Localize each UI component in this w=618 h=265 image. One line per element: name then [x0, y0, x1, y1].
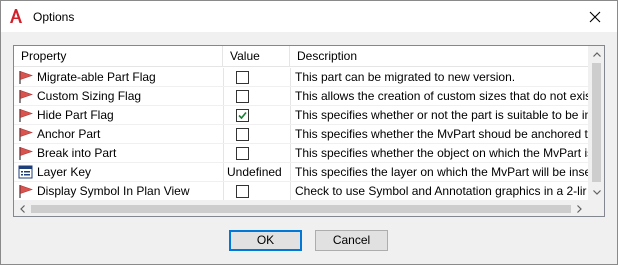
table-row[interactable]: Break into Part This specifies whether th… [14, 144, 588, 163]
autocad-logo-icon [10, 9, 22, 23]
property-name: Layer Key [37, 165, 92, 179]
dialog-title: Options [33, 10, 75, 24]
value-checkbox[interactable] [236, 109, 249, 122]
description-cell: This allows the creation of custom sizes… [295, 89, 588, 103]
description-cell: This specifies whether the object on whi… [295, 146, 588, 160]
chevron-up-icon [592, 52, 601, 57]
scrollbar-corner [588, 201, 604, 216]
value-checkbox[interactable] [236, 128, 249, 141]
layer-key-icon [18, 165, 33, 179]
scroll-right-arrow[interactable] [571, 201, 588, 216]
value-cell[interactable] [223, 68, 290, 87]
ok-button[interactable]: OK [229, 230, 302, 251]
property-name: Break into Part [37, 146, 117, 160]
property-cell[interactable]: Hide Part Flag [14, 106, 223, 125]
scroll-up-arrow[interactable] [588, 46, 604, 63]
column-header-property[interactable]: Property [14, 46, 223, 67]
property-name: Anchor Part [37, 127, 101, 141]
property-grid: Property Value Description Migrate-able … [13, 45, 605, 217]
table-row[interactable]: Layer Key Undefined This specifies the lay… [14, 163, 588, 182]
description-cell: This specifies the layer on which the Mv… [295, 165, 588, 179]
red-flag-icon [19, 128, 33, 141]
grid-header: Property Value Description [14, 46, 588, 67]
value-cell[interactable] [223, 87, 290, 106]
value-cell[interactable] [223, 125, 290, 144]
red-flag-icon [19, 109, 33, 122]
value-checkbox[interactable] [236, 185, 249, 198]
table-row[interactable]: Migrate-able Part Flag This part can be m… [14, 68, 588, 87]
property-cell[interactable]: Break into Part [14, 144, 223, 163]
value-text: Undefined [227, 165, 282, 179]
property-cell[interactable]: Display Symbol In Plan View [14, 182, 223, 201]
value-cell[interactable]: Undefined [223, 163, 290, 182]
red-flag-icon [19, 147, 33, 160]
value-checkbox[interactable] [236, 147, 249, 160]
value-cell[interactable] [223, 182, 290, 201]
chevron-down-icon [592, 190, 601, 195]
property-cell[interactable]: Custom Sizing Flag [14, 87, 223, 106]
checkmark-icon [238, 111, 247, 120]
table-row[interactable]: Hide Part Flag This specifies whether or … [14, 106, 588, 125]
chevron-left-icon [20, 205, 25, 213]
red-flag-icon [19, 71, 33, 84]
table-row[interactable]: Anchor Part This specifies whether the Mv… [14, 125, 588, 144]
property-cell[interactable]: Anchor Part [14, 125, 223, 144]
options-dialog: Options Property Value Description Migra… [0, 0, 618, 265]
property-name: Migrate-able Part Flag [37, 70, 156, 84]
horizontal-scrollbar[interactable] [14, 201, 588, 216]
scroll-down-arrow[interactable] [588, 184, 604, 201]
scroll-left-arrow[interactable] [14, 201, 31, 216]
description-cell: This specifies whether or not the part i… [295, 108, 588, 122]
property-cell[interactable]: Layer Key [14, 163, 223, 182]
table-row[interactable]: Display Symbol In Plan View Check to use … [14, 182, 588, 201]
property-cell[interactable]: Migrate-able Part Flag [14, 68, 223, 87]
vertical-scroll-thumb[interactable] [592, 63, 601, 182]
property-name: Display Symbol In Plan View [37, 184, 190, 198]
value-cell[interactable] [223, 106, 290, 125]
red-flag-icon [19, 90, 33, 103]
description-cell: This specifies whether the MvPart shoud … [295, 127, 588, 141]
value-cell[interactable] [223, 144, 290, 163]
property-name: Custom Sizing Flag [37, 89, 142, 103]
table-row[interactable]: Custom Sizing Flag This allows the creati… [14, 87, 588, 106]
column-header-value[interactable]: Value [223, 46, 290, 67]
description-cell: This part can be migrated to new version… [295, 70, 516, 84]
red-flag-icon [19, 185, 33, 198]
close-icon [589, 11, 600, 22]
column-header-description[interactable]: Description [290, 46, 588, 67]
description-cell: Check to use Symbol and Annotation graph… [295, 184, 587, 198]
chevron-right-icon [577, 205, 582, 213]
cancel-button[interactable]: Cancel [315, 230, 388, 251]
vertical-scrollbar[interactable] [588, 46, 604, 201]
horizontal-scroll-thumb[interactable] [31, 205, 571, 213]
property-name: Hide Part Flag [37, 108, 114, 122]
grid-rows: Migrate-able Part Flag This part can be m… [14, 68, 588, 216]
value-checkbox[interactable] [236, 90, 249, 103]
value-checkbox[interactable] [236, 71, 249, 84]
title-bar: Options [1, 1, 617, 32]
close-button[interactable] [572, 1, 617, 32]
